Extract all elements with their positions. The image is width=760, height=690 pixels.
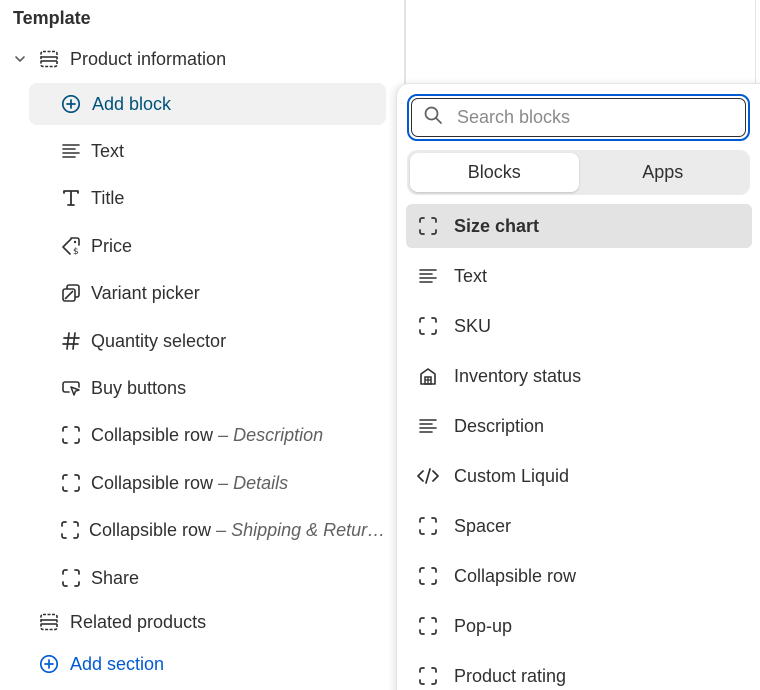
dashed-square-icon <box>416 514 440 538</box>
block-item-quantity-selector[interactable]: Quantity selector <box>60 320 380 362</box>
section-product-information[interactable]: Product information <box>12 38 392 80</box>
search-icon <box>423 105 443 130</box>
block-label: Variant picker <box>91 282 200 303</box>
block-item-collapsible-details[interactable]: Collapsible row – Details <box>60 462 380 504</box>
block-option-spacer[interactable]: Spacer <box>406 504 752 548</box>
dashed-square-icon <box>416 564 440 588</box>
template-panel: Template Product information Add block T… <box>0 0 404 690</box>
block-option-label: Inventory status <box>454 365 582 386</box>
block-option-label: Spacer <box>454 515 512 536</box>
hash-icon <box>60 330 82 352</box>
block-item-share[interactable]: Share <box>60 557 380 599</box>
svg-text:$: $ <box>73 247 79 256</box>
block-item-collapsible-description[interactable]: Collapsible row – Description <box>60 414 380 456</box>
block-option-label: Pop-up <box>454 615 513 636</box>
block-option-label: Text <box>454 265 488 286</box>
block-sublabel: – Description <box>218 424 324 445</box>
block-option-custom-liquid[interactable]: Custom Liquid <box>406 454 752 498</box>
block-label: Title <box>91 187 125 208</box>
dashed-square-icon <box>416 214 440 238</box>
dashed-square-icon <box>416 664 440 688</box>
block-option-product-rating[interactable]: Product rating <box>406 654 752 690</box>
section-label: Related products <box>70 611 207 632</box>
block-option-inventory-status[interactable]: Inventory status <box>406 354 752 398</box>
section-icon <box>38 48 60 70</box>
block-option-label: Custom Liquid <box>454 465 570 486</box>
add-block-popover: Blocks Apps Size chart Text SKU Inventor… <box>397 84 760 690</box>
variant-icon <box>60 282 82 304</box>
block-label: Collapsible row – Details <box>91 472 289 493</box>
block-option-label: SKU <box>454 315 492 336</box>
preview-area <box>408 0 756 84</box>
block-item-buy-buttons[interactable]: Buy buttons <box>60 367 380 409</box>
block-item-title[interactable]: Title <box>60 177 380 219</box>
tab-apps[interactable]: Apps <box>579 153 748 192</box>
section-related-products[interactable]: Related products <box>38 601 206 643</box>
block-item-text[interactable]: Text <box>60 130 380 172</box>
block-label: Buy buttons <box>91 377 187 398</box>
title-t-icon <box>60 187 82 209</box>
blocks-apps-tabs: Blocks Apps <box>407 150 750 195</box>
block-option-sku[interactable]: SKU <box>406 304 752 348</box>
block-option-text[interactable]: Text <box>406 254 752 298</box>
tab-blocks[interactable]: Blocks <box>410 153 579 192</box>
block-option-collapsible-row[interactable]: Collapsible row <box>406 554 752 598</box>
button-cursor-icon <box>60 377 82 399</box>
add-section-label: Add section <box>70 653 165 674</box>
text-lines-icon <box>416 264 440 288</box>
section-label: Product information <box>70 48 227 69</box>
template-heading: Template <box>13 8 91 28</box>
block-item-collapsible-shipping[interactable]: Collapsible row – Shipping & Retur… <box>60 509 385 551</box>
block-option-pop-up[interactable]: Pop-up <box>406 604 752 648</box>
plus-circle-icon <box>60 93 82 115</box>
store-icon <box>416 364 440 388</box>
add-block-button[interactable]: Add block <box>29 83 386 125</box>
block-option-label: Description <box>454 415 545 436</box>
dashed-square-icon <box>60 424 82 446</box>
block-label: Collapsible row – Description <box>91 424 324 445</box>
block-label: Share <box>91 567 140 588</box>
dashed-square-icon <box>60 567 82 589</box>
block-label: Price <box>91 235 133 256</box>
search-field[interactable] <box>407 94 750 141</box>
text-lines-icon <box>60 140 82 162</box>
dashed-square-icon <box>60 472 82 494</box>
price-tag-icon: $ <box>60 235 82 257</box>
add-block-label: Add block <box>92 93 172 114</box>
chevron-down-icon[interactable] <box>12 51 28 67</box>
block-option-label: Size chart <box>454 215 540 236</box>
block-option-label: Product rating <box>454 665 567 686</box>
block-option-label: Collapsible row <box>454 565 577 586</box>
block-label: Quantity selector <box>91 330 227 351</box>
dashed-square-icon <box>60 519 80 541</box>
block-label: Collapsible row – Shipping & Retur… <box>89 519 386 540</box>
block-sublabel: – Shipping & Retur… <box>216 519 386 540</box>
search-input[interactable] <box>457 107 717 128</box>
block-option-description[interactable]: Description <box>406 404 752 448</box>
text-lines-icon <box>416 414 440 438</box>
plus-circle-icon <box>38 653 60 675</box>
block-item-variant-picker[interactable]: Variant picker <box>60 272 380 314</box>
section-icon <box>38 611 60 633</box>
block-item-price[interactable]: $ Price <box>60 225 380 267</box>
block-option-size-chart[interactable]: Size chart <box>406 204 752 248</box>
block-label: Text <box>91 140 125 161</box>
add-section-button[interactable]: Add section <box>38 643 164 685</box>
code-icon <box>416 464 440 488</box>
block-sublabel: – Details <box>218 472 289 493</box>
dashed-square-icon <box>416 614 440 638</box>
dashed-square-icon <box>416 314 440 338</box>
